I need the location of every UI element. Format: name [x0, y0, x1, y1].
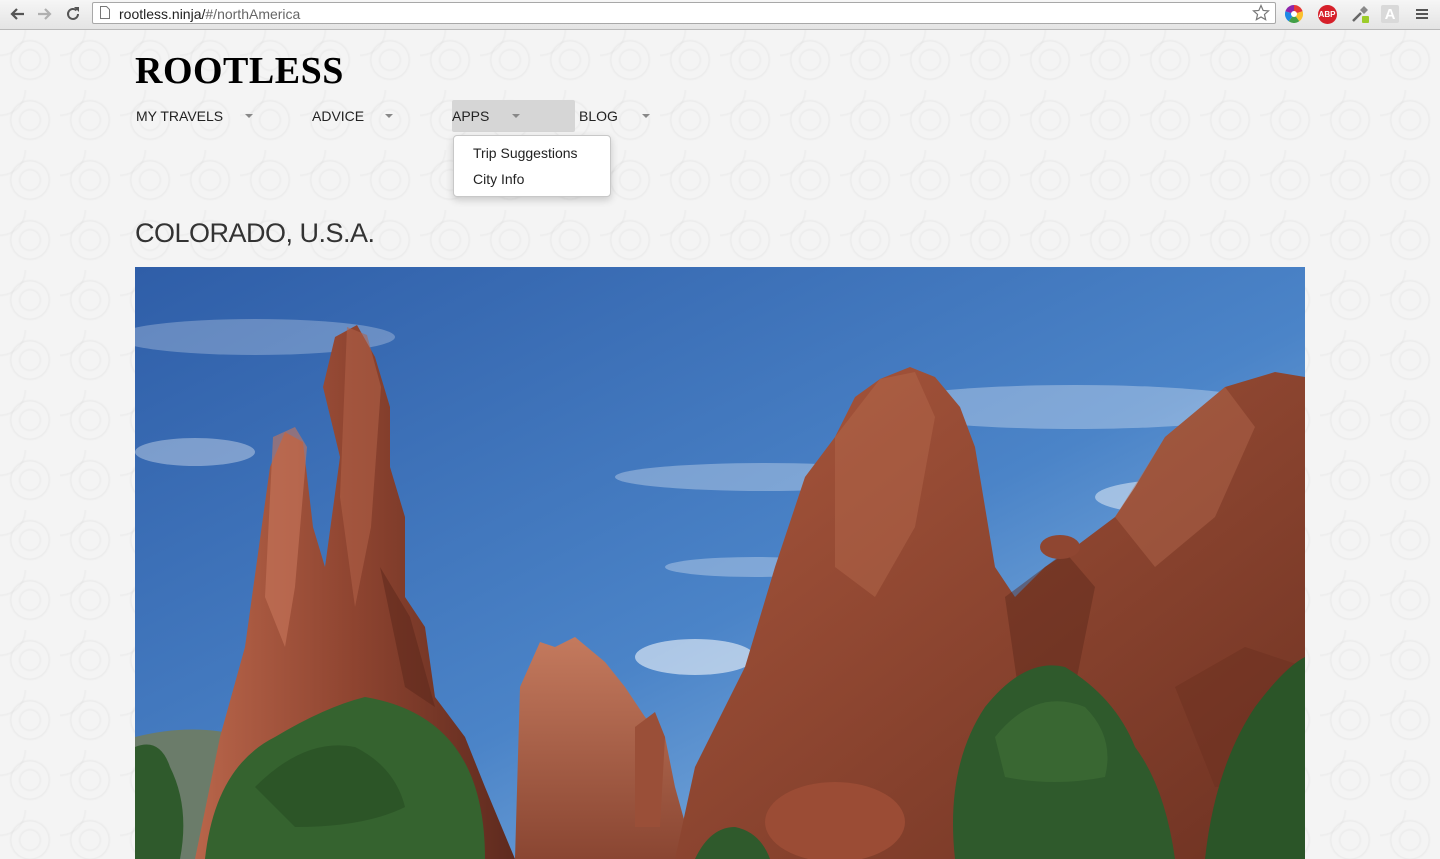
page-heading: COLORADO, U.S.A.: [135, 218, 375, 248]
nav-item-advice[interactable]: ADVICE: [312, 100, 432, 132]
nav-item-my-travels[interactable]: MY TRAVELS: [136, 100, 296, 132]
browser-toolbar: rootless.ninja/#/northAmerica ABP A: [0, 0, 1440, 30]
eyedropper-icon: [1352, 6, 1369, 23]
color-wheel-icon: [1285, 5, 1303, 23]
red-rock-landscape-image: [135, 267, 1305, 859]
page-icon: [100, 6, 110, 19]
adblock-extension[interactable]: ABP: [1316, 3, 1338, 25]
nav-item-label: APPS: [452, 108, 490, 124]
apps-dropdown-menu: Trip Suggestions City Info: [453, 135, 611, 197]
dropdown-item-trip-suggestions[interactable]: Trip Suggestions: [473, 145, 578, 161]
hamburger-menu-icon: [1416, 9, 1428, 19]
chrome-menu-button[interactable]: [1411, 3, 1433, 25]
caret-down-icon: [385, 114, 393, 118]
translate-extension[interactable]: A: [1379, 3, 1401, 25]
translate-icon: A: [1381, 5, 1399, 23]
caret-down-icon: [245, 114, 253, 118]
hero-photo: [135, 267, 1305, 859]
site-logo[interactable]: ROOTLESS: [135, 49, 344, 93]
nav-item-label: BLOG: [579, 108, 618, 124]
nav-item-label: ADVICE: [312, 108, 365, 124]
eyedropper-extension[interactable]: [1349, 3, 1371, 25]
forward-arrow-icon: [38, 8, 52, 20]
caret-down-icon: [512, 114, 520, 118]
address-bar[interactable]: rootless.ninja/#/northAmerica: [92, 2, 1276, 24]
reload-icon: [67, 7, 79, 20]
nav-item-blog[interactable]: BLOG: [579, 100, 669, 132]
back-button[interactable]: [6, 3, 28, 25]
forward-button[interactable]: [34, 3, 56, 25]
dropdown-item-city-info[interactable]: City Info: [473, 171, 524, 187]
page-background: ROOTLESS MY TRAVELS ADVICE APPS BLOG Tri…: [0, 30, 1440, 859]
caret-down-icon: [642, 114, 650, 118]
nav-item-apps[interactable]: APPS: [452, 100, 575, 132]
back-arrow-icon: [10, 8, 24, 20]
url-text: rootless.ninja/#/northAmerica: [119, 6, 301, 22]
bookmark-star-icon[interactable]: [1252, 4, 1270, 22]
color-wheel-extension[interactable]: [1283, 3, 1305, 25]
reload-button[interactable]: [62, 3, 84, 25]
nav-item-label: MY TRAVELS: [136, 108, 224, 124]
adblock-icon: ABP: [1317, 4, 1337, 24]
